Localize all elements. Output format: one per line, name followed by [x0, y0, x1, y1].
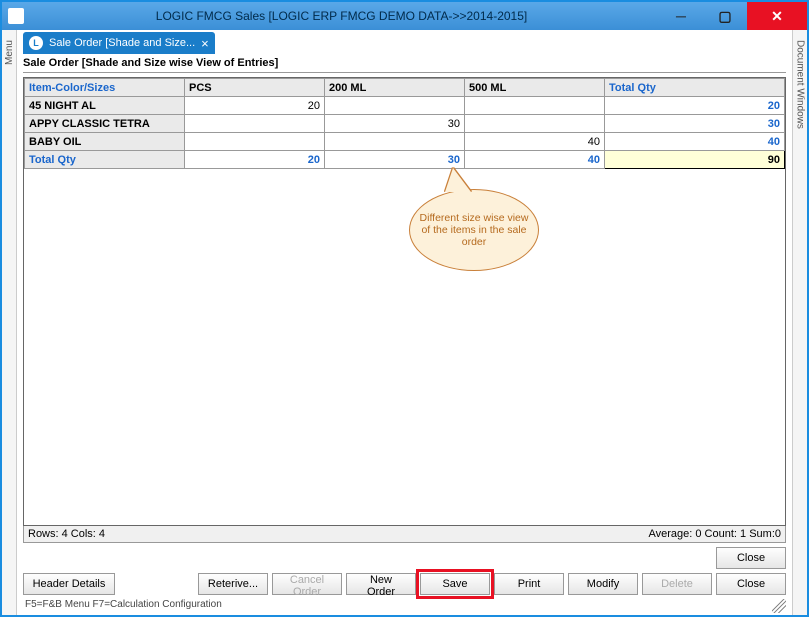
- ml200-cell[interactable]: 30: [325, 115, 465, 133]
- print-button[interactable]: Print: [494, 573, 564, 595]
- total-pcs: 20: [185, 151, 325, 169]
- cancel-order-button: Cancel Order: [272, 573, 342, 595]
- total-label: Total Qty: [25, 151, 185, 169]
- ml200-cell[interactable]: [325, 97, 465, 115]
- reterive-button[interactable]: Reterive...: [198, 573, 268, 595]
- new-order-button[interactable]: New Order: [346, 573, 416, 595]
- grid-empty-area: Different size wise view of the items in…: [24, 169, 785, 525]
- data-grid[interactable]: Item-Color/Sizes PCS 200 ML 500 ML Total…: [24, 78, 785, 169]
- button-row-upper: Close: [23, 547, 786, 569]
- pcs-cell[interactable]: [185, 133, 325, 151]
- col-pcs[interactable]: PCS: [185, 79, 325, 97]
- grid-status-right: Average: 0 Count: 1 Sum:0: [649, 528, 782, 540]
- table-row[interactable]: APPY CLASSIC TETRA 30 30: [25, 115, 785, 133]
- annotation-callout: Different size wise view of the items in…: [409, 189, 539, 271]
- window-titlebar: LOGIC FMCG Sales [LOGIC ERP FMCG DEMO DA…: [2, 2, 807, 30]
- rowtotal-cell: 30: [605, 115, 785, 133]
- window-controls: ─ ▢ ✕: [659, 2, 807, 30]
- pcs-cell[interactable]: [185, 115, 325, 133]
- item-cell: BABY OIL: [25, 133, 185, 151]
- rowtotal-cell: 20: [605, 97, 785, 115]
- menu-panel-label: Menu: [4, 40, 15, 65]
- table-row[interactable]: BABY OIL 40 40: [25, 133, 785, 151]
- close-button-lower[interactable]: Close: [716, 573, 786, 595]
- tab-doc-icon: L: [29, 36, 43, 50]
- close-window-button[interactable]: ✕: [747, 2, 807, 30]
- col-200ml[interactable]: 200 ML: [325, 79, 465, 97]
- document-windows-label: Document Windows: [795, 40, 806, 129]
- grid-header-row: Item-Color/Sizes PCS 200 ML 500 ML Total…: [25, 79, 785, 97]
- callout-text: Different size wise view of the items in…: [418, 212, 530, 248]
- footer-hint-text: F5=F&B Menu F7=Calculation Configuration: [25, 599, 222, 613]
- save-button[interactable]: Save: [420, 573, 490, 595]
- pcs-cell[interactable]: 20: [185, 97, 325, 115]
- minimize-button[interactable]: ─: [659, 2, 703, 30]
- header-details-button[interactable]: Header Details: [23, 573, 115, 595]
- item-cell: 45 NIGHT AL: [25, 97, 185, 115]
- close-button-upper[interactable]: Close: [716, 547, 786, 569]
- tab-label: Sale Order [Shade and Size...: [49, 37, 195, 49]
- grid-status-bar: Rows: 4 Cols: 4 Average: 0 Count: 1 Sum:…: [23, 526, 786, 543]
- menu-panel-tab[interactable]: Menu: [2, 30, 17, 615]
- col-500ml[interactable]: 500 ML: [465, 79, 605, 97]
- modify-button[interactable]: Modify: [568, 573, 638, 595]
- data-grid-container: Item-Color/Sizes PCS 200 ML 500 ML Total…: [23, 77, 786, 526]
- total-500ml: 40: [465, 151, 605, 169]
- grid-status-left: Rows: 4 Cols: 4: [28, 528, 105, 540]
- ml200-cell[interactable]: [325, 133, 465, 151]
- col-total-qty[interactable]: Total Qty: [605, 79, 785, 97]
- total-row: Total Qty 20 30 40 90: [25, 151, 785, 169]
- rowtotal-cell: 40: [605, 133, 785, 151]
- page-title: Sale Order [Shade and Size wise View of …: [23, 54, 786, 73]
- ml500-cell[interactable]: [465, 97, 605, 115]
- button-row-main: Header Details Reterive... Cancel Order …: [23, 573, 786, 595]
- document-windows-panel-tab[interactable]: Document Windows: [792, 30, 807, 615]
- resize-grip-icon[interactable]: [772, 599, 786, 613]
- footer-hint-bar: F5=F&B Menu F7=Calculation Configuration: [23, 595, 786, 613]
- grand-total: 90: [605, 151, 785, 169]
- maximize-button[interactable]: ▢: [703, 2, 747, 30]
- ml500-cell[interactable]: [465, 115, 605, 133]
- table-row[interactable]: 45 NIGHT AL 20 20: [25, 97, 785, 115]
- item-cell: APPY CLASSIC TETRA: [25, 115, 185, 133]
- tab-close-icon[interactable]: ×: [201, 36, 209, 51]
- col-item[interactable]: Item-Color/Sizes: [25, 79, 185, 97]
- delete-button: Delete: [642, 573, 712, 595]
- document-tab-strip: L Sale Order [Shade and Size... ×: [23, 32, 786, 54]
- document-tab-sale-order[interactable]: L Sale Order [Shade and Size... ×: [23, 32, 215, 54]
- app-icon: [8, 8, 24, 24]
- window-title: LOGIC FMCG Sales [LOGIC ERP FMCG DEMO DA…: [24, 9, 659, 23]
- ml500-cell[interactable]: 40: [465, 133, 605, 151]
- total-200ml: 30: [325, 151, 465, 169]
